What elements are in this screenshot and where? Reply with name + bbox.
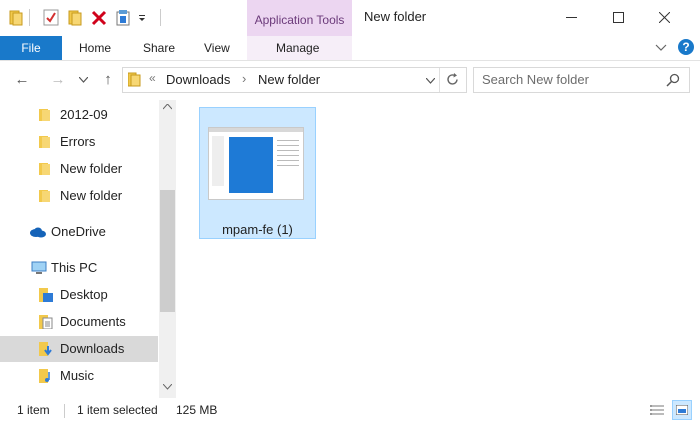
title-bar: Application Tools New folder [0, 0, 700, 36]
expand-ribbon-chevron-icon[interactable] [655, 43, 667, 53]
nav-item-label: This PC [51, 260, 98, 275]
back-arrow-icon[interactable]: ← [13, 71, 31, 89]
status-size: 125 MB [176, 403, 218, 417]
nav-item-downloads[interactable]: Downloads [0, 336, 158, 362]
downloads-folder-icon [39, 342, 52, 356]
desktop-folder-icon [39, 288, 53, 302]
maximize-button[interactable] [595, 0, 641, 34]
refresh-icon[interactable] [445, 72, 460, 87]
tab-manage[interactable]: Manage [276, 36, 319, 60]
file-thumbnail [208, 127, 304, 200]
nav-item-label: Music [60, 368, 94, 383]
details-view-icon [650, 405, 664, 415]
nav-item-this-pc[interactable]: This PC [0, 255, 158, 281]
breadcrumb-new-folder[interactable]: New folder [258, 72, 320, 87]
tab-share[interactable]: Share [143, 36, 175, 60]
customize-toolbar-chevron-icon[interactable] [137, 9, 147, 26]
minimize-button[interactable] [549, 0, 595, 34]
address-bar[interactable]: « Downloads › New folder [122, 67, 467, 93]
large-icons-view-icon [676, 405, 688, 415]
nav-item-label: 2012-09 [60, 107, 108, 122]
nav-item-errors[interactable]: Errors [0, 129, 158, 155]
nav-item-label: OneDrive [51, 224, 106, 239]
recent-locations-chevron-icon[interactable] [79, 77, 88, 83]
thumbnail-line [277, 140, 299, 141]
thumbnail-line [277, 150, 299, 151]
maximize-icon [613, 12, 624, 23]
scroll-up-icon[interactable] [163, 104, 172, 110]
nav-item-2012-09[interactable]: 2012-09 [0, 102, 158, 128]
new-folder-icon[interactable] [67, 9, 83, 26]
thumbnail-titlebar [209, 128, 303, 132]
status-bar: 1 item 1 item selected 125 MB [0, 398, 700, 424]
nav-item-new-folder-2[interactable]: New folder [0, 183, 158, 209]
delete-icon[interactable] [91, 9, 107, 26]
ribbon-tab-bar: File Home Share View Manage ? [0, 36, 700, 61]
nav-item-music[interactable]: Music [0, 363, 158, 389]
properties-icon[interactable] [43, 9, 59, 26]
nav-item-label: Documents [60, 314, 126, 329]
nav-item-label: Desktop [60, 287, 108, 302]
folder-icon [39, 163, 50, 175]
breadcrumb-overflow-icon[interactable]: « [149, 71, 156, 85]
up-arrow-icon[interactable]: ↑ [99, 71, 117, 89]
tab-file[interactable]: File [0, 36, 62, 60]
nav-item-documents[interactable]: Documents [0, 309, 158, 335]
rename-icon[interactable] [115, 9, 131, 26]
nav-item-label: New folder [60, 188, 123, 203]
file-name: mpam-fe (1) [222, 222, 293, 237]
music-folder-icon [39, 369, 50, 383]
toolbar-divider [160, 9, 161, 26]
nav-item-desktop[interactable]: Desktop [0, 282, 158, 308]
large-icons-view-button[interactable] [672, 400, 692, 420]
folder-icon [39, 109, 50, 121]
thumbnail-line [277, 155, 299, 156]
thumbnail-line [277, 165, 299, 166]
thumbnail-line [277, 145, 299, 146]
nav-scrollbar-thumb[interactable] [160, 190, 175, 312]
folder-icon [39, 136, 50, 148]
thumbnail-line [277, 160, 299, 161]
breadcrumb-downloads[interactable]: Downloads [166, 72, 230, 87]
status-selected: 1 item selected [77, 403, 158, 417]
search-icon[interactable] [666, 73, 680, 87]
nav-item-label: Downloads [60, 341, 125, 356]
thumbnail-sidebar [212, 136, 224, 186]
close-button[interactable] [641, 0, 687, 34]
folder-icon [9, 10, 23, 26]
onedrive-cloud-icon [30, 227, 46, 238]
details-view-button[interactable] [648, 402, 666, 418]
status-divider [64, 404, 65, 418]
close-icon [659, 12, 670, 23]
toolbar-divider [29, 9, 30, 26]
address-history-chevron-icon[interactable] [426, 78, 435, 84]
computer-icon [31, 261, 47, 274]
window-title: New folder [364, 9, 427, 24]
application-tools-context-tab: Application Tools [247, 0, 352, 36]
address-divider [439, 68, 440, 92]
nav-item-onedrive[interactable]: OneDrive [0, 219, 158, 245]
documents-folder-icon [39, 315, 53, 329]
search-box[interactable]: Search New folder [473, 67, 690, 93]
breadcrumb-separator-icon[interactable]: › [242, 71, 246, 86]
tab-home[interactable]: Home [79, 36, 111, 60]
nav-item-new-folder[interactable]: New folder [0, 156, 158, 182]
thumbnail-window [229, 137, 273, 193]
help-icon[interactable]: ? [678, 39, 694, 55]
forward-arrow-icon[interactable]: → [49, 71, 67, 89]
navigation-pane: 2012-09 Errors New folder New folder One… [0, 100, 176, 398]
tab-view[interactable]: View [204, 36, 230, 60]
scroll-down-icon[interactable] [163, 384, 172, 390]
folder-icon [128, 72, 141, 87]
nav-item-label: New folder [60, 161, 123, 176]
status-item-count: 1 item [17, 403, 50, 417]
nav-item-label: Errors [60, 134, 96, 149]
minimize-icon [566, 17, 577, 18]
search-placeholder: Search New folder [482, 72, 589, 87]
folder-icon [39, 190, 50, 202]
